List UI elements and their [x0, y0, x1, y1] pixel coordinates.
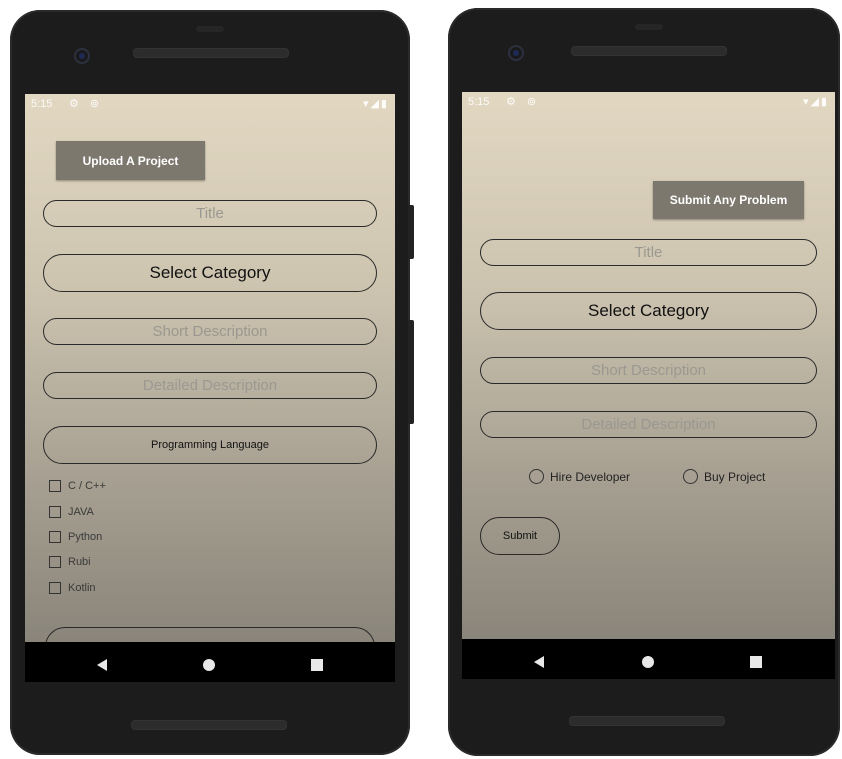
checkbox-label: JAVA: [68, 506, 94, 518]
partially-visible-button[interactable]: [45, 627, 375, 642]
status-signal-battery-icon: ▾◢▮: [802, 96, 829, 108]
status-settings-icons: ⚙ ⊚: [69, 98, 104, 110]
navigation-bar: [462, 639, 835, 679]
checkbox[interactable]: [49, 582, 61, 594]
checkbox-label: Python: [68, 531, 103, 543]
programming-language-button[interactable]: Programming Language: [43, 426, 377, 464]
checkbox[interactable]: [49, 556, 61, 568]
status-bar: 5:15 ⚙ ⊚ ▾◢▮: [462, 92, 835, 112]
home-circle-icon[interactable]: [642, 656, 654, 668]
submit-any-problem-button[interactable]: Submit Any Problem: [653, 181, 804, 219]
bottom-speaker: [131, 720, 287, 730]
right-phone-frame: 5:15 ⚙ ⊚ ▾◢▮ Submit Any Problem Title Se…: [448, 8, 840, 756]
checkbox[interactable]: [49, 506, 61, 518]
detailed-description-input[interactable]: Detailed Description: [43, 372, 377, 399]
checkbox[interactable]: [49, 480, 61, 492]
buy-project-radio[interactable]: Buy Project: [683, 469, 765, 484]
right-screen: 5:15 ⚙ ⊚ ▾◢▮ Submit Any Problem Title Se…: [462, 92, 835, 639]
status-time: 5:15: [31, 98, 53, 110]
status-bar: 5:15 ⚙ ⊚ ▾◢▮: [25, 94, 395, 114]
language-checkbox-row[interactable]: JAVA: [49, 506, 94, 518]
checkbox[interactable]: [49, 531, 61, 543]
language-checkbox-row[interactable]: Python: [49, 531, 102, 543]
select-category-dropdown[interactable]: Select Category: [480, 292, 817, 330]
bottom-speaker: [569, 716, 725, 726]
top-speaker: [571, 46, 727, 56]
recents-square-icon[interactable]: [311, 659, 323, 671]
power-button: [408, 320, 414, 424]
back-triangle-icon[interactable]: [97, 659, 107, 671]
top-speaker: [133, 48, 289, 58]
upload-project-button[interactable]: Upload A Project: [56, 141, 205, 180]
radio-circle[interactable]: [683, 469, 698, 484]
left-phone-frame: 5:15 ⚙ ⊚ ▾◢▮ Upload A Project Title Sele…: [10, 10, 414, 755]
radio-label: Hire Developer: [550, 469, 631, 484]
status-time: 5:15: [468, 96, 490, 108]
select-category-dropdown[interactable]: Select Category: [43, 254, 377, 292]
status-signal-battery-icon: ▾◢▮: [362, 98, 389, 110]
checkbox-label: Rubi: [68, 556, 91, 568]
language-checkbox-row[interactable]: C / C++: [49, 480, 106, 492]
back-triangle-icon[interactable]: [534, 656, 544, 668]
front-camera: [74, 48, 90, 64]
language-checkbox-row[interactable]: Rubi: [49, 556, 91, 568]
home-circle-icon[interactable]: [203, 659, 215, 671]
checkbox-label: C / C++: [68, 480, 106, 492]
checkbox-label: Kotlin: [68, 582, 96, 594]
left-screen: 5:15 ⚙ ⊚ ▾◢▮ Upload A Project Title Sele…: [25, 94, 395, 642]
title-input[interactable]: Title: [43, 200, 377, 227]
radio-label: Buy Project: [704, 469, 766, 484]
radio-circle[interactable]: [529, 469, 544, 484]
volume-button: [408, 205, 414, 259]
detailed-description-input[interactable]: Detailed Description: [480, 411, 817, 438]
language-checkbox-row[interactable]: Kotlin: [49, 582, 96, 594]
title-input[interactable]: Title: [480, 239, 817, 266]
navigation-bar: [25, 642, 395, 682]
hire-developer-radio[interactable]: Hire Developer: [529, 469, 630, 484]
earpiece-slot: [635, 24, 663, 30]
short-description-input[interactable]: Short Description: [480, 357, 817, 384]
submit-button[interactable]: Submit: [480, 517, 560, 555]
short-description-input[interactable]: Short Description: [43, 318, 377, 345]
front-camera: [508, 45, 524, 61]
status-settings-icons: ⚙ ⊚: [506, 96, 541, 108]
recents-square-icon[interactable]: [750, 656, 762, 668]
earpiece-slot: [196, 26, 224, 32]
